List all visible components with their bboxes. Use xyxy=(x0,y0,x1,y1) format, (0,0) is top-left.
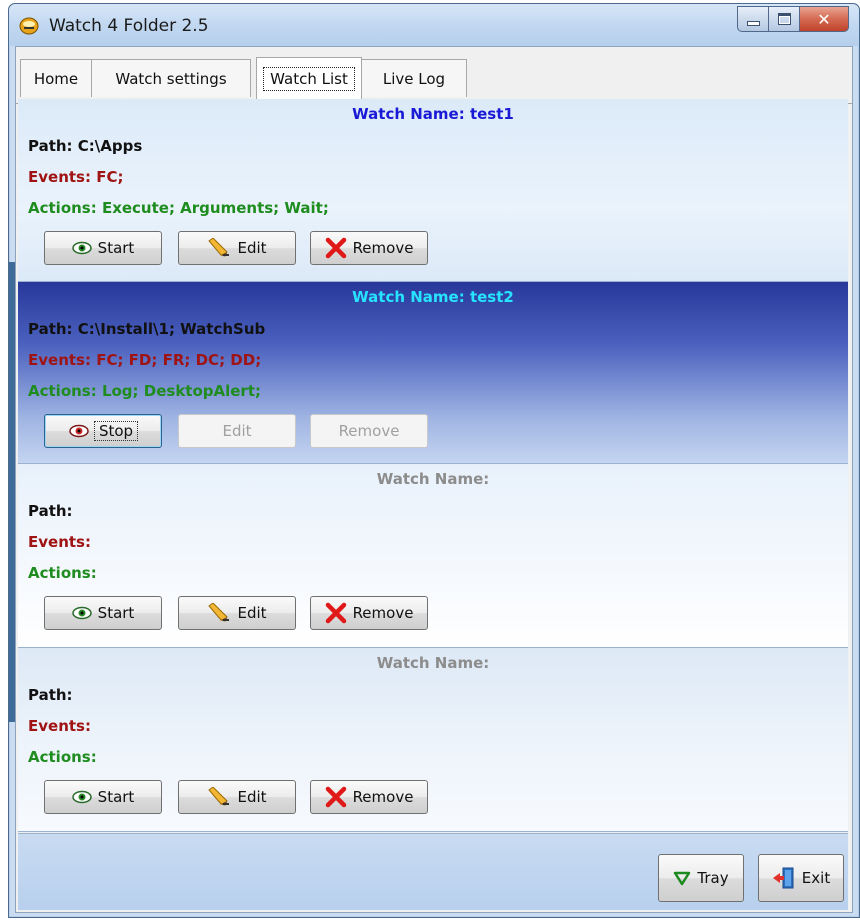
red-x-icon xyxy=(325,786,346,808)
app-window: Watch 4 Folder 2.5 ✕ Home Watch settings… xyxy=(8,3,860,918)
watch-actions: Actions: Log; DesktopAlert; xyxy=(28,382,261,400)
eye-icon xyxy=(71,606,92,620)
start-button[interactable]: Start xyxy=(44,780,162,814)
tray-label: Tray xyxy=(697,869,729,887)
watch-path: Path: C:\Install\1; WatchSub xyxy=(28,320,266,338)
start-button[interactable]: Start xyxy=(44,231,162,265)
window-controls: ✕ xyxy=(737,6,849,32)
tab-label: Home xyxy=(33,69,79,88)
watch-name: Watch Name: xyxy=(376,654,490,672)
edit-label: Edit xyxy=(237,604,267,622)
exit-button[interactable]: Exit xyxy=(758,854,844,902)
watch-actions: Actions: xyxy=(28,564,97,582)
window-title: Watch 4 Folder 2.5 xyxy=(49,16,209,36)
maximize-button[interactable] xyxy=(769,6,800,32)
stop-button[interactable]: Stop xyxy=(44,414,162,448)
edit-label: Edit xyxy=(237,239,267,257)
eye-red-icon xyxy=(69,424,89,438)
remove-label: Remove xyxy=(352,788,414,806)
tab-watch-list[interactable]: Watch List xyxy=(256,57,362,99)
pencil-icon xyxy=(208,238,230,257)
watch-panel: Watch Name: Path: Events: Actions: Start… xyxy=(18,464,848,648)
eye-icon xyxy=(71,241,92,255)
remove-label: Remove xyxy=(352,239,414,257)
watch-path: Path: xyxy=(28,686,73,704)
edit-label: Edit xyxy=(222,422,252,440)
remove-button[interactable]: Remove xyxy=(310,780,428,814)
watch-events: Events: xyxy=(28,533,91,551)
remove-button-disabled[interactable]: Remove xyxy=(310,414,428,448)
watch-path: Path: C:\Apps xyxy=(28,137,143,155)
watch-panel-active: Watch Name: test2 Path: C:\Install\1; Wa… xyxy=(18,282,848,464)
red-x-icon xyxy=(325,237,346,259)
green-triangle-down-icon xyxy=(674,871,691,886)
exit-door-icon xyxy=(772,867,794,889)
watch-name: Watch Name: test1 xyxy=(352,105,514,123)
pencil-icon xyxy=(208,787,230,806)
watch-path: Path: xyxy=(28,502,73,520)
red-x-icon xyxy=(325,602,346,624)
tab-label: Watch settings xyxy=(115,69,227,88)
edit-button-disabled[interactable]: Edit xyxy=(178,414,296,448)
tab-home[interactable]: Home xyxy=(20,59,92,97)
app-icon xyxy=(19,17,39,35)
eye-icon xyxy=(71,790,92,804)
watch-name: Watch Name: test2 xyxy=(352,288,514,306)
watch-actions: Actions: Execute; Arguments; Wait; xyxy=(28,199,329,217)
watch-events: Events: FC; FD; FR; DC; DD; xyxy=(28,351,262,369)
close-icon: ✕ xyxy=(817,9,831,29)
edit-button[interactable]: Edit xyxy=(178,231,296,265)
edit-button[interactable]: Edit xyxy=(178,780,296,814)
tab-strip: Home Watch settings Watch List Live Log xyxy=(16,53,852,104)
stop-label: Stop xyxy=(93,421,139,441)
footer-bar: Tray Exit xyxy=(18,833,848,910)
edit-button[interactable]: Edit xyxy=(178,596,296,630)
tray-button[interactable]: Tray xyxy=(658,854,744,902)
minimize-icon xyxy=(746,20,760,26)
remove-button[interactable]: Remove xyxy=(310,596,428,630)
title-bar[interactable]: Watch 4 Folder 2.5 ✕ xyxy=(9,4,859,46)
start-label: Start xyxy=(97,788,135,806)
close-button[interactable]: ✕ xyxy=(800,6,849,32)
start-label: Start xyxy=(97,239,135,257)
minimize-button[interactable] xyxy=(737,6,769,32)
exit-label: Exit xyxy=(801,869,831,887)
start-button[interactable]: Start xyxy=(44,596,162,630)
remove-button[interactable]: Remove xyxy=(310,231,428,265)
watch-actions: Actions: xyxy=(28,748,97,766)
start-label: Start xyxy=(97,604,135,622)
client-area: Home Watch settings Watch List Live Log … xyxy=(15,46,853,913)
remove-label: Remove xyxy=(352,604,414,622)
watch-name: Watch Name: xyxy=(376,470,490,488)
watch-panel: Watch Name: Path: Events: Actions: Start… xyxy=(18,648,848,832)
tab-label: Live Log xyxy=(382,69,446,88)
edit-label: Edit xyxy=(237,788,267,806)
watch-panel: Watch Name: test1 Path: C:\Apps Events: … xyxy=(18,99,848,282)
tab-live-log[interactable]: Live Log xyxy=(361,59,467,97)
tab-label: Watch List xyxy=(263,66,355,91)
watch-events: Events: FC; xyxy=(28,168,124,186)
pencil-icon xyxy=(208,603,230,622)
tab-watch-settings[interactable]: Watch settings xyxy=(91,59,251,97)
watch-events: Events: xyxy=(28,717,91,735)
maximize-icon xyxy=(777,13,791,25)
remove-label: Remove xyxy=(338,422,400,440)
